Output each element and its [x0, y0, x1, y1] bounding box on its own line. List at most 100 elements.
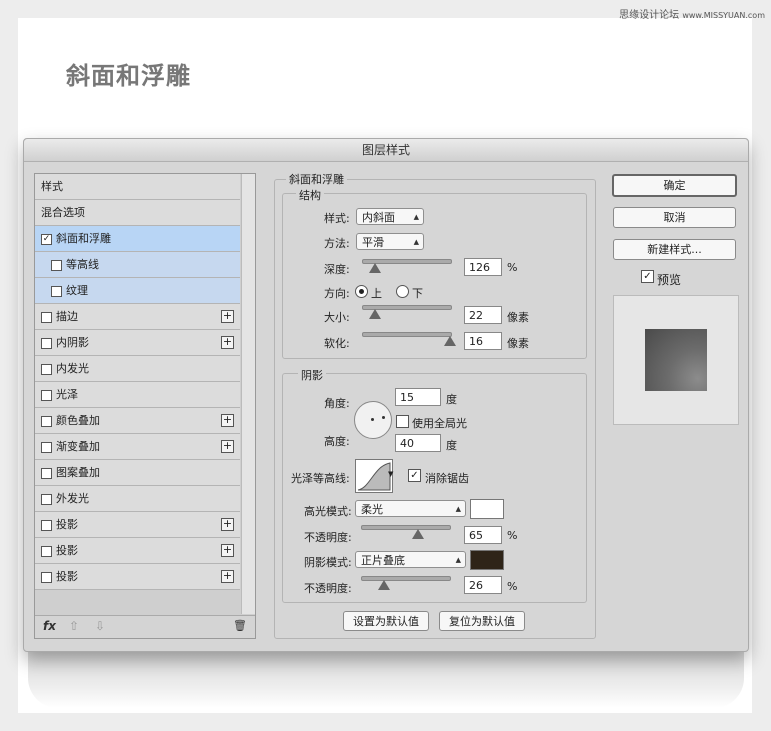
- style-item-checkbox[interactable]: [41, 519, 52, 531]
- highlight-opacity-slider[interactable]: [361, 525, 451, 530]
- select-arrows-icon: ▲: [413, 213, 419, 221]
- depth-slider-thumb[interactable]: [369, 263, 382, 273]
- dialog-title: 图层样式: [24, 139, 748, 162]
- direction-down-radio[interactable]: [396, 285, 409, 298]
- shadow-mode-select[interactable]: 正片叠底 ▲: [355, 551, 466, 568]
- soften-input[interactable]: 16: [464, 332, 502, 350]
- shadow-opacity-input[interactable]: 26: [464, 576, 502, 594]
- watermark: 思缘设计论坛 www.MISSYUAN.com: [619, 6, 765, 21]
- preview-thumbnail: [645, 329, 707, 391]
- shadow-opacity-slider[interactable]: [361, 576, 451, 581]
- style-item[interactable]: 渐变叠加 +: [35, 434, 240, 460]
- bevel-group-title: 斜面和浮雕: [286, 171, 347, 187]
- add-effect-icon[interactable]: +: [221, 414, 234, 427]
- style-item-label: 等高线: [66, 258, 99, 271]
- style-item-label: 投影: [56, 570, 78, 583]
- shadow-opacity-thumb[interactable]: [377, 580, 390, 590]
- size-input[interactable]: 22: [464, 306, 502, 324]
- reset-default-button[interactable]: 复位为默认值: [439, 611, 525, 631]
- soften-slider[interactable]: [362, 332, 452, 337]
- style-item-checkbox[interactable]: [41, 571, 52, 583]
- style-item-label: 颜色叠加: [56, 414, 100, 427]
- style-item[interactable]: 颜色叠加 +: [35, 408, 240, 434]
- style-item-label: 投影: [56, 518, 78, 531]
- size-label: 大小:: [324, 311, 350, 324]
- add-effect-icon[interactable]: +: [221, 570, 234, 583]
- style-item[interactable]: 等高线: [35, 252, 240, 278]
- style-item-checkbox[interactable]: [41, 467, 52, 479]
- angle-input[interactable]: 15: [395, 388, 441, 406]
- style-item[interactable]: 内阴影 +: [35, 330, 240, 356]
- add-effect-icon[interactable]: +: [221, 440, 234, 453]
- style-item-checkbox[interactable]: [41, 493, 52, 505]
- move-down-icon[interactable]: ⇩: [95, 619, 105, 633]
- make-default-button[interactable]: 设置为默认值: [343, 611, 429, 631]
- soften-slider-thumb[interactable]: [444, 336, 456, 346]
- new-style-button[interactable]: 新建样式...: [613, 239, 736, 260]
- move-up-icon[interactable]: ⇧: [69, 619, 79, 633]
- style-select[interactable]: 内斜面 ▲: [356, 208, 424, 225]
- style-item-label: 外发光: [56, 492, 89, 505]
- style-item-checkbox[interactable]: ✓: [41, 233, 52, 245]
- style-item[interactable]: 光泽: [35, 382, 240, 408]
- altitude-label: 高度:: [324, 435, 350, 448]
- style-list-scrollbar[interactable]: [241, 174, 255, 614]
- style-item-checkbox[interactable]: [41, 415, 52, 427]
- angle-dial[interactable]: [354, 401, 392, 439]
- size-slider-thumb[interactable]: [369, 309, 382, 319]
- style-list: 样式 混合选项 ✓ 斜面和浮雕等高线纹理 描边 + 内阴影 + 内发光 光泽颜色叠加 + 渐变叠加 + 图…: [34, 173, 256, 639]
- style-select-value: 内斜面: [362, 211, 395, 224]
- style-item-checkbox[interactable]: [51, 259, 62, 271]
- preview-label: 预览: [657, 273, 682, 287]
- style-item[interactable]: 投影 +: [35, 538, 240, 564]
- highlight-mode-select[interactable]: 柔光 ▲: [355, 500, 466, 517]
- style-item-label: 斜面和浮雕: [56, 232, 111, 245]
- trash-icon[interactable]: 🗑: [233, 619, 247, 632]
- style-item[interactable]: 纹理: [35, 278, 240, 304]
- fx-icon[interactable]: fx: [43, 619, 56, 633]
- highlight-color-swatch[interactable]: [470, 499, 504, 519]
- style-item-label: 渐变叠加: [56, 440, 100, 453]
- contour-dropdown-icon[interactable]: ▼: [388, 470, 393, 478]
- direction-up-radio[interactable]: [355, 285, 368, 298]
- style-item[interactable]: 描边 +: [35, 304, 240, 330]
- shadow-opacity-label: 不透明度:: [304, 582, 352, 595]
- style-item-checkbox[interactable]: [41, 337, 52, 349]
- highlight-opacity-thumb[interactable]: [412, 529, 425, 539]
- highlight-mode-label: 高光模式:: [304, 505, 352, 518]
- global-light-checkbox[interactable]: [396, 415, 409, 428]
- add-effect-icon[interactable]: +: [221, 518, 234, 531]
- antialias-checkbox[interactable]: ✓: [408, 469, 421, 482]
- cancel-button[interactable]: 取消: [613, 207, 736, 228]
- highlight-opacity-input[interactable]: 65: [464, 526, 502, 544]
- style-item[interactable]: 内发光: [35, 356, 240, 382]
- add-effect-icon[interactable]: +: [221, 336, 234, 349]
- style-item-checkbox[interactable]: [41, 363, 52, 375]
- ok-button[interactable]: 确定: [612, 174, 737, 197]
- style-label: 样式:: [324, 212, 350, 225]
- style-item-checkbox[interactable]: [51, 285, 62, 297]
- preview-checkbox[interactable]: ✓: [641, 270, 654, 283]
- style-item[interactable]: 图案叠加: [35, 460, 240, 486]
- method-select[interactable]: 平滑 ▲: [356, 233, 424, 250]
- style-item-checkbox[interactable]: [41, 545, 52, 557]
- gloss-contour-curve-icon: [357, 462, 391, 491]
- altitude-unit: 度: [446, 439, 457, 452]
- style-item[interactable]: 混合选项: [35, 200, 240, 226]
- style-item[interactable]: 投影 +: [35, 564, 240, 590]
- shadow-color-swatch[interactable]: [470, 550, 504, 570]
- style-item[interactable]: ✓ 斜面和浮雕: [35, 226, 240, 252]
- add-effect-icon[interactable]: +: [221, 310, 234, 323]
- select-arrows-icon: ▲: [413, 238, 419, 246]
- style-item-checkbox[interactable]: [41, 441, 52, 453]
- depth-input[interactable]: 126: [464, 258, 502, 276]
- style-item[interactable]: 投影 +: [35, 512, 240, 538]
- altitude-input[interactable]: 40: [395, 434, 441, 452]
- style-item[interactable]: 样式: [35, 174, 240, 200]
- direction-down-label: 下: [412, 287, 423, 300]
- layer-style-dialog: 图层样式 样式 混合选项 ✓ 斜面和浮雕 等高线 纹理 描边 + 内阴影 + 内发光 光泽 颜色叠加 + 渐…: [23, 138, 749, 652]
- add-effect-icon[interactable]: +: [221, 544, 234, 557]
- style-item[interactable]: 外发光: [35, 486, 240, 512]
- style-item-checkbox[interactable]: [41, 311, 52, 323]
- style-item-checkbox[interactable]: [41, 389, 52, 401]
